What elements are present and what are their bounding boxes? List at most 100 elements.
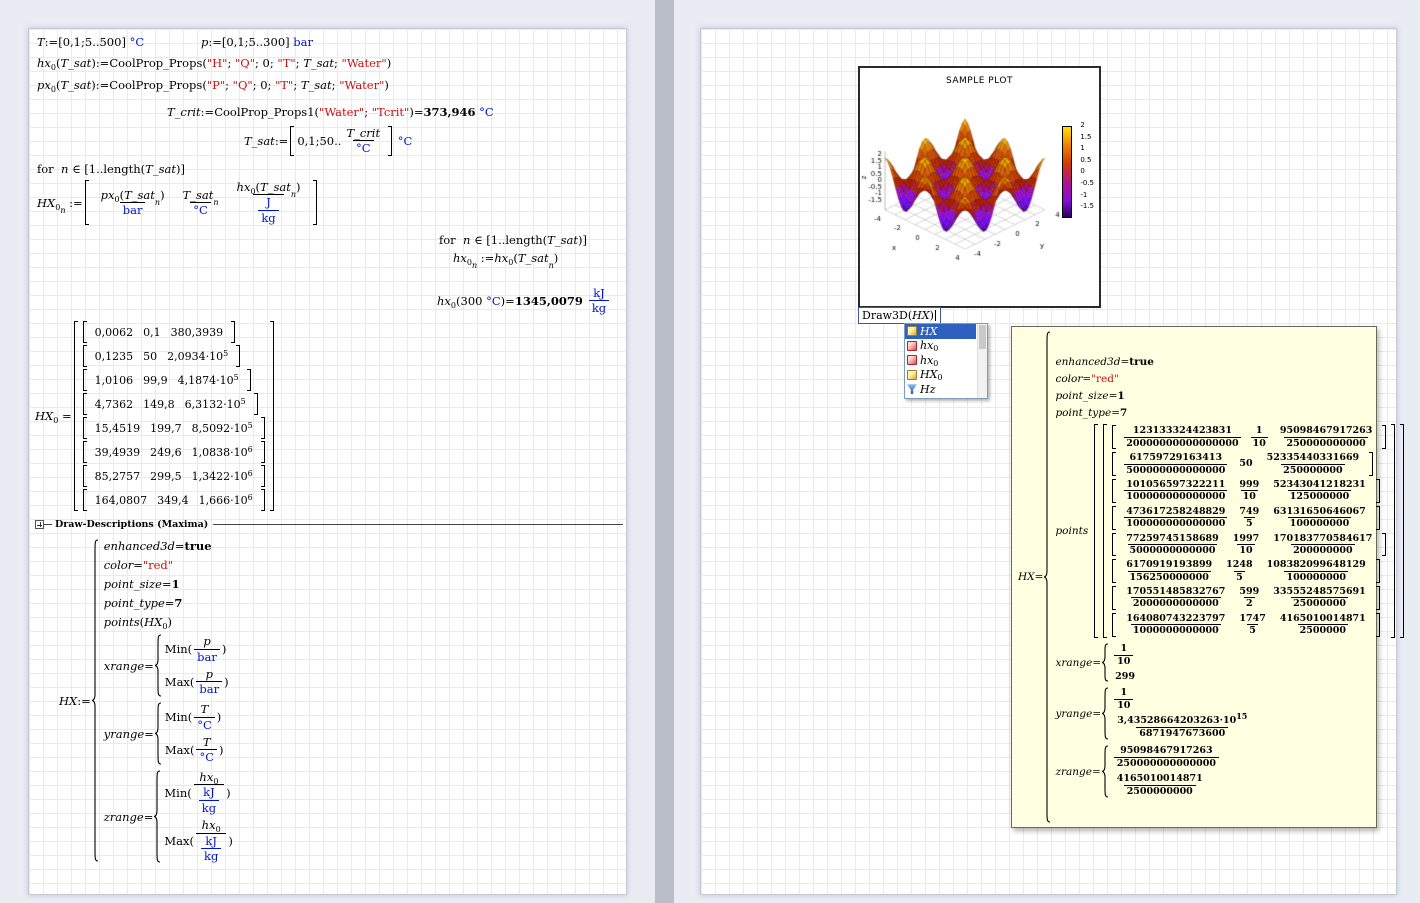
autocomplete-item[interactable]: hx0 — [905, 353, 976, 368]
left-curly-brace — [153, 770, 161, 863]
left-curly-brace — [154, 702, 162, 765]
fraction-hx0-J-per-kg: hx0(T_satn)Jkg — [234, 180, 304, 225]
fraction-Tcrit-degC: T_crit°C — [343, 126, 383, 156]
matrix-row: 0,1235 50 2,0934·105 — [81, 345, 243, 367]
hx-color-line: color="red" — [104, 558, 173, 572]
section-divider-label: Draw-Descriptions (Maxima) — [55, 519, 208, 530]
fraction-kJ-per-kg: kJkg — [589, 286, 609, 316]
autocomplete-item-icon — [907, 370, 917, 380]
matrix-row: 39,4939 249,6 1,0838·106 — [81, 441, 267, 463]
matrix-HX0-result[interactable]: HX0 = 0,0062 0,1 380,3939 0,1235 50 2,09… — [35, 321, 276, 511]
tooltip-curly-brace — [1101, 687, 1109, 740]
hx-enhanced3d-line: enhanced3d=true — [104, 539, 212, 553]
hx-zrange-group: zrange= Min(hx0kJkg) Max(hx0kJkg) — [104, 770, 233, 863]
tooltip-color-line: color="red" — [1055, 373, 1118, 385]
matrix-row: 1,0106 99,9 4,1874·105 — [81, 369, 253, 391]
expr-p-range-def[interactable]: p:=[0,1;5..300] bar — [201, 35, 313, 49]
expr-hx0n-assign[interactable]: hx0n :=hx0(T_satn) — [453, 251, 558, 265]
worksheet-page-right[interactable]: SAMPLE PLOT 21.510.50-0.5-1-1.5 Draw3D(H… — [700, 28, 1397, 895]
colorbar-tick-label: 1 — [1080, 144, 1094, 156]
scrollbar-thumb[interactable] — [979, 325, 986, 349]
expr-T-range-def[interactable]: T:=[0,1;5..500] °C — [37, 35, 144, 49]
autocomplete-item[interactable]: HX — [905, 324, 976, 339]
close-bracket — [313, 180, 317, 225]
colorbar-tick-label: 0.5 — [1080, 156, 1094, 168]
hx-point-size-line: point_size=1 — [104, 577, 180, 591]
expr-HX-draw-spec[interactable]: HX:= enhanced3d=true color="red" point_s… — [59, 539, 233, 863]
autocomplete-scrollbar[interactable] — [977, 324, 987, 398]
hx-xrange-group: xrange= Min(pbar) Max(pbar) — [104, 634, 229, 697]
colorbar-tick-label: -0.5 — [1080, 179, 1094, 191]
expr-hx0-at-300-result[interactable]: hx0(300 °C)=1345,0079 kJkg — [437, 286, 611, 316]
colorbar-tick-labels: 21.510.50-0.5-1-1.5 — [1080, 121, 1094, 214]
autocomplete-dropdown[interactable]: HX hx0 hx0 HX0 Hz — [904, 323, 988, 399]
autocomplete-item[interactable]: HX0 — [905, 368, 976, 383]
plot-colorbar — [1062, 126, 1072, 218]
tooltip-matrix-row: 1640807432237971000000000000 17475 41650… — [1110, 613, 1382, 637]
tooltip-matrix-row: 61759729163413500000000000000 50 5233544… — [1110, 452, 1375, 476]
close-bracket — [388, 126, 392, 156]
hx-points-line: points(HX0) — [104, 615, 172, 629]
tooltip-points-group: points 12313332442383120000000000000000 … — [1055, 424, 1406, 638]
matrix-row: 15,4519 199,7 8,5092·105 — [81, 417, 267, 439]
tooltip-curly-brace — [1043, 331, 1051, 823]
tooltip-matrix-row: 772597451586895000000000000 199710 17018… — [1110, 533, 1388, 557]
hx-value-tooltip: HX= enhanced3d=true color="red" point_si… — [1011, 326, 1377, 828]
open-bracket — [290, 126, 294, 156]
for-loop-1[interactable]: for n ∈ [1..length(T_sat)] — [37, 162, 185, 176]
hx-def-label: HX:= — [59, 694, 91, 708]
tooltip-matrix-row: 1705514858327672000000000000 5992 335552… — [1110, 586, 1382, 610]
matrix-row: 164,0807 349,4 1,666·106 — [81, 489, 267, 511]
plot-canvas[interactable] — [860, 92, 1064, 274]
matrix-row: 4,7362 149,8 6,3132·105 — [81, 393, 260, 415]
expr-HX0-row-def[interactable]: HX0n := px0(T_satn)bar T_satn°C hx0(T_sa… — [37, 180, 319, 225]
page-gap-divider — [655, 0, 674, 903]
open-bracket — [85, 180, 89, 225]
tooltip-point-type-line: point_type=7 — [1055, 407, 1127, 419]
tooltip-curly-brace — [1101, 643, 1109, 682]
plot-title: SAMPLE PLOT — [860, 76, 1099, 86]
tooltip-zrange-group: zrange= 95098467917263250000000000000 41… — [1055, 745, 1220, 798]
fraction-Tsat-degC: T_satn°C — [180, 188, 222, 218]
left-curly-brace — [91, 539, 99, 863]
tooltip-curly-brace — [1101, 745, 1109, 798]
colorbar-tick-label: 0 — [1080, 167, 1094, 179]
autocomplete-item-icon — [907, 326, 917, 336]
text-cursor — [935, 310, 936, 321]
autocomplete-item-icon — [907, 355, 917, 365]
autocomplete-item[interactable]: Hz — [905, 382, 976, 397]
expr-Tcrit-def[interactable]: T_crit:=CoolProp_Props1("Water"; "Tcrit"… — [167, 105, 494, 119]
colorbar-tick-label: 2 — [1080, 121, 1094, 133]
autocomplete-item-icon — [907, 384, 917, 394]
collapse-toggle-icon[interactable] — [35, 520, 44, 529]
colorbar-tick-label: 1.5 — [1080, 133, 1094, 145]
tooltip-matrix-row: 12313332442383120000000000000000 110 950… — [1110, 425, 1388, 449]
hx-yrange-group: yrange= Min(T°C) Max(T°C) — [104, 702, 224, 765]
worksheet-page-left[interactable]: T:=[0,1;5..500] °C p:=[0,1;5..300] bar h… — [28, 28, 627, 895]
expr-hx0-function-def[interactable]: hx0(T_sat):=CoolProp_Props("H"; "Q"; 0; … — [37, 56, 391, 70]
fraction-px0-bar: px0(T_satn)bar — [98, 188, 168, 218]
draw3d-formula[interactable]: Draw3D(HX) — [858, 307, 941, 324]
matrix-open-bracket — [74, 321, 78, 511]
matrix-close-bracket — [270, 321, 274, 511]
plot-3d-panel[interactable]: SAMPLE PLOT 21.510.50-0.5-1-1.5 — [858, 66, 1101, 308]
tooltip-xrange-group: xrange= 110 299 — [1055, 643, 1135, 682]
tooltip-matrix-row: 101056597322211100000000000000 99910 523… — [1110, 479, 1382, 503]
matrix-row: 0,0062 0,1 380,3939 — [81, 321, 238, 343]
colorbar-tick-label: -1.5 — [1080, 202, 1094, 214]
colorbar-tick-label: -1 — [1080, 191, 1094, 203]
section-divider-draw-descriptions: Draw-Descriptions (Maxima) — [35, 519, 623, 530]
expr-Tsat-def[interactable]: T_sat:= 0,1;50.. T_crit°C °C — [244, 126, 412, 156]
for-loop-2[interactable]: for n ∈ [1..length(T_sat)] — [439, 233, 587, 247]
tooltip-enhanced3d-line: enhanced3d=true — [1055, 356, 1154, 368]
tooltip-matrix-row: 473617258248829100000000000000 7495 6313… — [1110, 506, 1382, 530]
tooltip-point-size-line: point_size=1 — [1055, 390, 1124, 402]
tooltip-hx-label: HX= — [1018, 571, 1043, 583]
hx-point-type-line: point_type=7 — [104, 596, 183, 610]
tooltip-matrix-row: 6170919193899156250000000 12485 10838209… — [1110, 559, 1382, 583]
expr-px0-function-def[interactable]: px0(T_sat):=CoolProp_Props("P"; "Q"; 0; … — [37, 78, 389, 92]
left-curly-brace — [154, 634, 162, 697]
autocomplete-item[interactable]: hx0 — [905, 339, 976, 354]
matrix-row: 85,2757 299,5 1,3422·106 — [81, 465, 267, 487]
tooltip-yrange-group: yrange= 110 3,43528664203263·10156871947… — [1055, 687, 1252, 740]
